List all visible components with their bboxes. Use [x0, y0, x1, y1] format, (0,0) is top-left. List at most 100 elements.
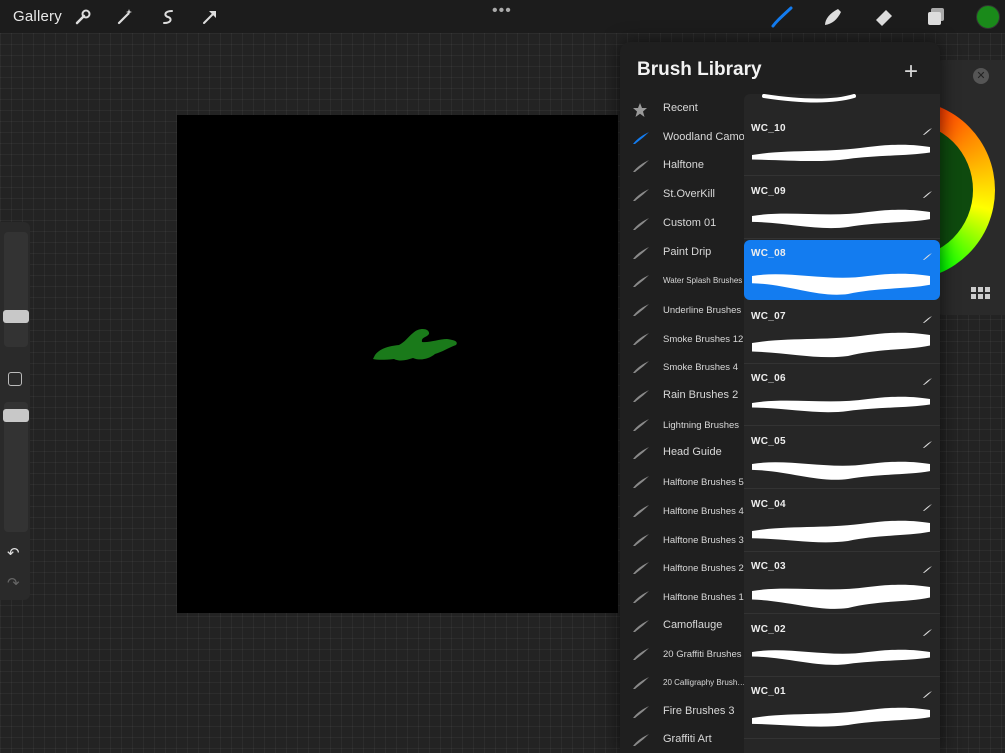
transform-arrow-icon[interactable]: [198, 5, 222, 29]
brush-stroke-icon: [632, 533, 650, 547]
brush-item[interactable]: WC_07: [744, 303, 940, 364]
brush-tool-icon[interactable]: [770, 5, 794, 29]
brush-stroke-icon: [632, 647, 650, 661]
brush-set-item[interactable]: Halftone: [620, 152, 744, 180]
brush-set-item[interactable]: 20 Calligraphy Brush…: [620, 669, 745, 697]
brush-stroke-icon: [632, 303, 650, 317]
brush-size-slider[interactable]: [3, 232, 29, 347]
brush-stroke-icon: [632, 246, 650, 260]
brush-stroke-icon: [632, 332, 650, 346]
brush-item[interactable]: WC_02: [744, 616, 940, 677]
modify-button[interactable]: [8, 372, 22, 386]
brush-set-label: Head Guide: [663, 446, 722, 459]
palette-grid-icon[interactable]: [971, 287, 991, 306]
brush-set-item[interactable]: Smoke Brushes 4: [620, 353, 744, 381]
star-icon: [632, 102, 650, 117]
brush-set-label: Halftone Brushes 3: [663, 534, 744, 546]
color-swatch-button[interactable]: [976, 5, 1000, 29]
brush-stroke-icon: [632, 389, 650, 403]
brush-set-label: Recent: [663, 102, 698, 114]
smudge-tool-icon[interactable]: [820, 5, 844, 29]
opacity-thumb[interactable]: [3, 409, 29, 422]
brush-set-item[interactable]: Halftone Brushes 5: [620, 468, 744, 496]
brush-stroke-icon: [632, 561, 650, 575]
brush-set-item[interactable]: Underline Brushes 3: [620, 296, 745, 324]
brush-set-item[interactable]: Woodland Camo: [620, 124, 745, 152]
brush-set-item[interactable]: Water Splash Brushes: [620, 267, 744, 295]
brush-set-label: Paint Drip: [663, 245, 712, 258]
brush-set-item[interactable]: Halftone Brushes 3: [620, 526, 744, 554]
brush-item[interactable]: WC_10: [744, 115, 940, 176]
brush-stroke-icon: [632, 446, 650, 460]
brush-item[interactable]: WC_06: [744, 365, 940, 427]
brush-set-item[interactable]: Halftone Brushes 1: [620, 583, 744, 611]
brush-set-item[interactable]: Rain Brushes 2: [620, 382, 744, 410]
brush-stroke-icon: [632, 590, 650, 604]
brush-set-label: Woodland Camo: [663, 130, 745, 143]
brush-set-label: Fire Brushes 3: [663, 704, 735, 717]
brush-stroke-preview: [752, 144, 930, 162]
brush-stroke-preview: [752, 520, 930, 542]
brush-item[interactable]: WC_01: [744, 678, 940, 740]
close-color-panel-icon[interactable]: ✕: [973, 68, 989, 84]
magic-wand-icon[interactable]: [113, 5, 137, 29]
brush-set-item[interactable]: Lightning Brushes: [620, 411, 744, 439]
brush-item[interactable]: WC_03: [744, 553, 940, 615]
brush-stroke-icon: [632, 619, 650, 633]
brush-stroke-preview: [752, 708, 930, 728]
brush-stroke-preview: [752, 649, 930, 665]
brush-stroke-icon: [632, 676, 650, 690]
undo-button[interactable]: ↶: [7, 544, 20, 562]
brush-set-label: Custom 01: [663, 216, 717, 229]
brush-set-item[interactable]: Head Guide: [620, 439, 744, 467]
brush-stroke-icon: [632, 159, 650, 173]
brush-item[interactable]: WC_04: [744, 491, 940, 552]
brush-stroke-preview: [752, 397, 930, 413]
brush-set-label: Halftone: [663, 159, 704, 172]
layers-icon[interactable]: [924, 5, 948, 29]
eraser-tool-icon[interactable]: [872, 5, 896, 29]
brush-stroke-icon: [632, 188, 650, 202]
brush-set-item[interactable]: Smoke Brushes 12: [620, 325, 744, 353]
brush-library-panel: Brush Library + Recent Woodland Camo Halft…: [620, 42, 940, 753]
brush-stroke-icon: [632, 131, 650, 145]
brush-item[interactable]: WC_05: [744, 428, 940, 489]
brush-set-item[interactable]: Camoflauge: [620, 612, 744, 640]
brush-set-label: Halftone Brushes 2: [663, 563, 744, 575]
partial-brush-stroke: [762, 94, 856, 103]
brush-set-item[interactable]: Halftone Brushes 4: [620, 497, 744, 525]
brush-set-item[interactable]: St.OverKill: [620, 181, 744, 209]
brush-stroke-icon: [632, 217, 650, 231]
brush-item[interactable]: WC_08: [744, 240, 940, 301]
brush-set-label: Water Splash Brushes: [663, 276, 743, 286]
brush-item[interactable]: WC_09: [744, 178, 940, 239]
brush-set-item[interactable]: Halftone Brushes 2: [620, 554, 744, 582]
opacity-slider[interactable]: [3, 402, 29, 532]
brush-set-item[interactable]: Fire Brushes 3: [620, 698, 744, 726]
brush-set-label: Lightning Brushes: [663, 419, 740, 431]
redo-button[interactable]: ↷: [7, 574, 20, 592]
brush-set-item[interactable]: Recent: [620, 95, 744, 123]
brush-set-item[interactable]: 20 Graffiti Brushes: [620, 640, 744, 668]
brush-stroke-preview: [752, 461, 930, 480]
brush-set-item[interactable]: Custom 01: [620, 210, 744, 238]
brush-set-item[interactable]: Graffiti Art: [620, 726, 744, 753]
add-brush-icon[interactable]: +: [904, 58, 918, 86]
brush-stroke-icon: [632, 504, 650, 518]
brush-set-label: Graffiti Art: [663, 733, 712, 746]
more-options-icon[interactable]: •••: [492, 2, 512, 20]
brush-stroke-icon: [632, 733, 650, 747]
selection-icon[interactable]: [156, 5, 180, 29]
brush-set-item[interactable]: Paint Drip: [620, 239, 744, 267]
brush-set-label: Halftone Brushes 5: [663, 477, 744, 489]
brush-size-thumb[interactable]: [3, 310, 29, 323]
brush-set-label: St.OverKill: [663, 188, 715, 201]
brush-set-label: Underline Brushes 3: [663, 304, 745, 316]
brush-set-label: Smoke Brushes 12: [663, 333, 744, 345]
brush-set-label: Halftone Brushes 1: [663, 591, 744, 603]
gallery-button[interactable]: Gallery: [13, 8, 62, 25]
wrench-icon[interactable]: [71, 5, 95, 29]
brush-stroke-icon: [632, 475, 650, 489]
brush-library-title: Brush Library: [637, 59, 762, 80]
drawing-canvas[interactable]: [177, 115, 618, 613]
